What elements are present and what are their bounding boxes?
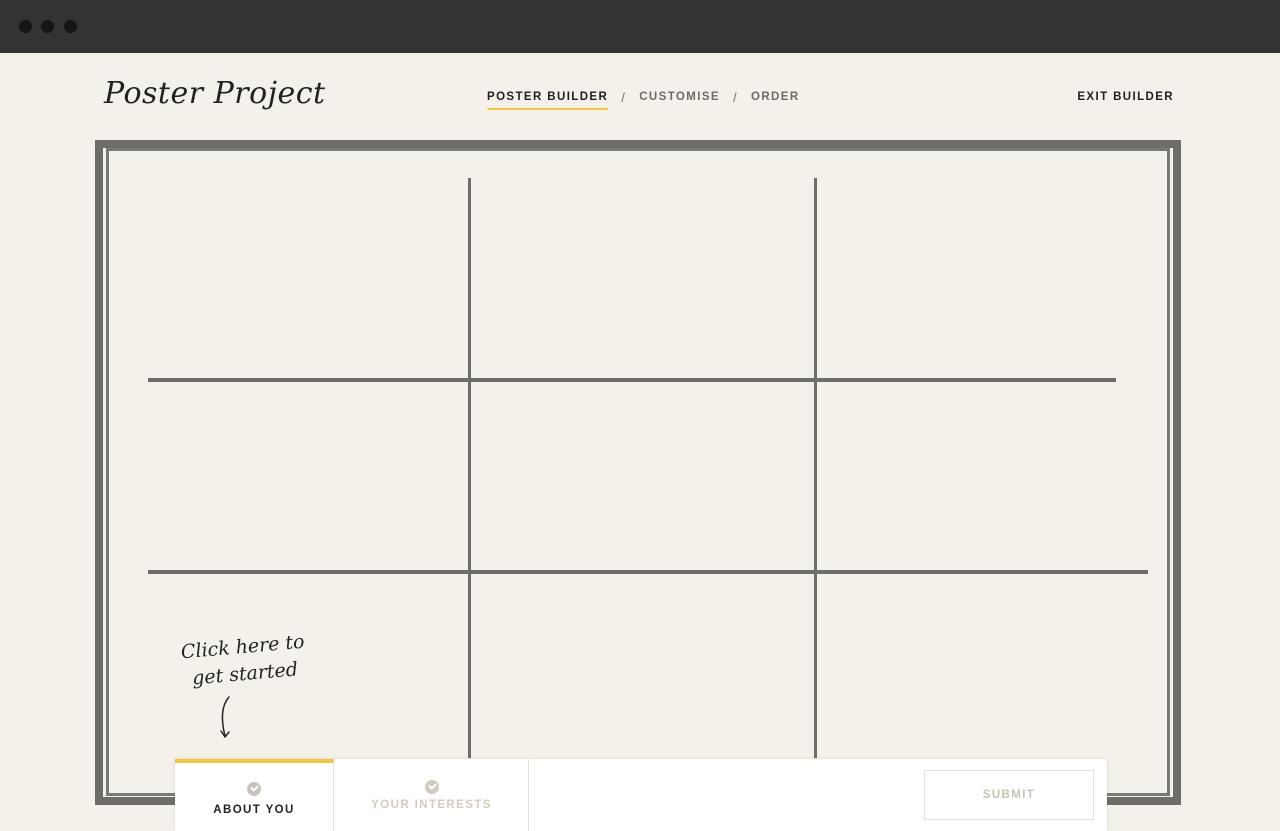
tab-label: ABOUT YOU	[213, 804, 295, 816]
step-order[interactable]: ORDER	[751, 91, 800, 103]
poster-cell-3[interactable]	[817, 156, 1162, 378]
poster-cell-9[interactable]	[817, 574, 1162, 758]
submit-button[interactable]: SUBMIT	[924, 770, 1094, 820]
step-customise[interactable]: CUSTOMISE	[639, 91, 720, 103]
builder-bottom-panel: ABOUT YOU YOUR INTERESTS SUBMIT	[175, 759, 1107, 831]
window-titlebar	[0, 0, 1280, 53]
check-circle-icon	[247, 782, 261, 796]
exit-builder-link[interactable]: EXIT BUILDER	[1077, 91, 1174, 103]
tab-about-you[interactable]: ABOUT YOU	[175, 759, 334, 831]
step-separator: /	[621, 90, 627, 105]
minimize-window-button[interactable]	[41, 20, 54, 33]
tab-label: YOUR INTERESTS	[371, 799, 492, 811]
step-navigation: POSTER BUILDER / CUSTOMISE / ORDER	[487, 91, 800, 111]
poster-cell-4[interactable]	[114, 382, 468, 570]
poster-cell-6[interactable]	[817, 382, 1162, 570]
poster-cell-8[interactable]	[471, 574, 814, 758]
check-circle-icon	[424, 780, 439, 794]
arrow-down-icon	[220, 696, 230, 738]
poster-cell-2[interactable]	[471, 156, 814, 378]
step-separator: /	[732, 90, 738, 105]
close-window-button[interactable]	[19, 20, 32, 33]
get-started-hint: Click here to get started	[180, 629, 308, 694]
poster-cell-1[interactable]	[114, 156, 468, 378]
tab-your-interests[interactable]: YOUR INTERESTS	[335, 759, 529, 831]
step-poster-builder[interactable]: POSTER BUILDER	[487, 91, 609, 110]
maximize-window-button[interactable]	[64, 20, 77, 33]
logo[interactable]: Poster Project	[104, 76, 326, 111]
poster-cell-5[interactable]	[471, 382, 814, 570]
